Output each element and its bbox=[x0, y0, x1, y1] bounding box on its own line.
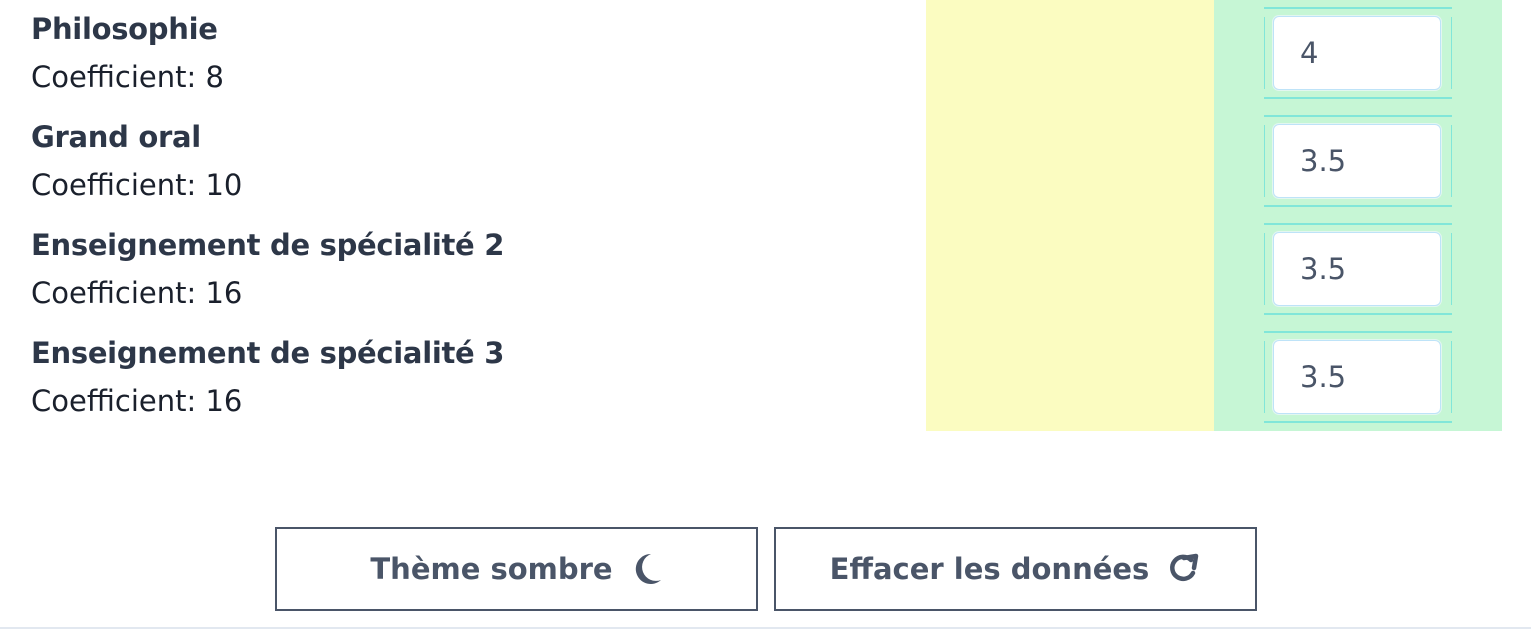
subject-row: Philosophie Coefficient: 8 bbox=[31, 12, 911, 94]
dark-theme-label: Thème sombre bbox=[370, 552, 613, 586]
subject-coefficient: Coefficient: 8 bbox=[31, 60, 224, 94]
subject-name: Enseignement de spécialité 2 bbox=[31, 228, 505, 262]
moon-icon bbox=[631, 552, 663, 586]
clear-data-button[interactable]: Effacer les données bbox=[774, 527, 1257, 611]
grades-page: Philosophie Coefficient: 8 Grand oral Co… bbox=[0, 0, 1531, 629]
grade-cell bbox=[1264, 331, 1452, 423]
subject-name: Enseignement de spécialité 3 bbox=[31, 336, 505, 370]
subject-row: Grand oral Coefficient: 10 bbox=[31, 120, 911, 202]
grade-cell bbox=[1264, 7, 1452, 99]
yellow-column bbox=[926, 0, 1214, 431]
grade-input[interactable] bbox=[1273, 16, 1441, 90]
subject-name: Philosophie bbox=[31, 12, 218, 46]
grade-input[interactable] bbox=[1273, 124, 1441, 198]
subject-coefficient: Coefficient: 10 bbox=[31, 168, 243, 202]
subject-coefficient: Coefficient: 16 bbox=[31, 276, 243, 310]
grade-cell bbox=[1264, 223, 1452, 315]
grade-input[interactable] bbox=[1273, 340, 1441, 414]
grade-cell bbox=[1264, 115, 1452, 207]
grade-input[interactable] bbox=[1273, 232, 1441, 306]
dark-theme-button[interactable]: Thème sombre bbox=[275, 527, 758, 611]
subject-row: Enseignement de spécialité 3 Coefficient… bbox=[31, 336, 911, 418]
subject-row: Enseignement de spécialité 2 Coefficient… bbox=[31, 228, 911, 310]
subject-name: Grand oral bbox=[31, 120, 201, 154]
refresh-icon bbox=[1167, 552, 1201, 586]
clear-data-label: Effacer les données bbox=[829, 552, 1150, 586]
subject-coefficient: Coefficient: 16 bbox=[31, 384, 243, 418]
